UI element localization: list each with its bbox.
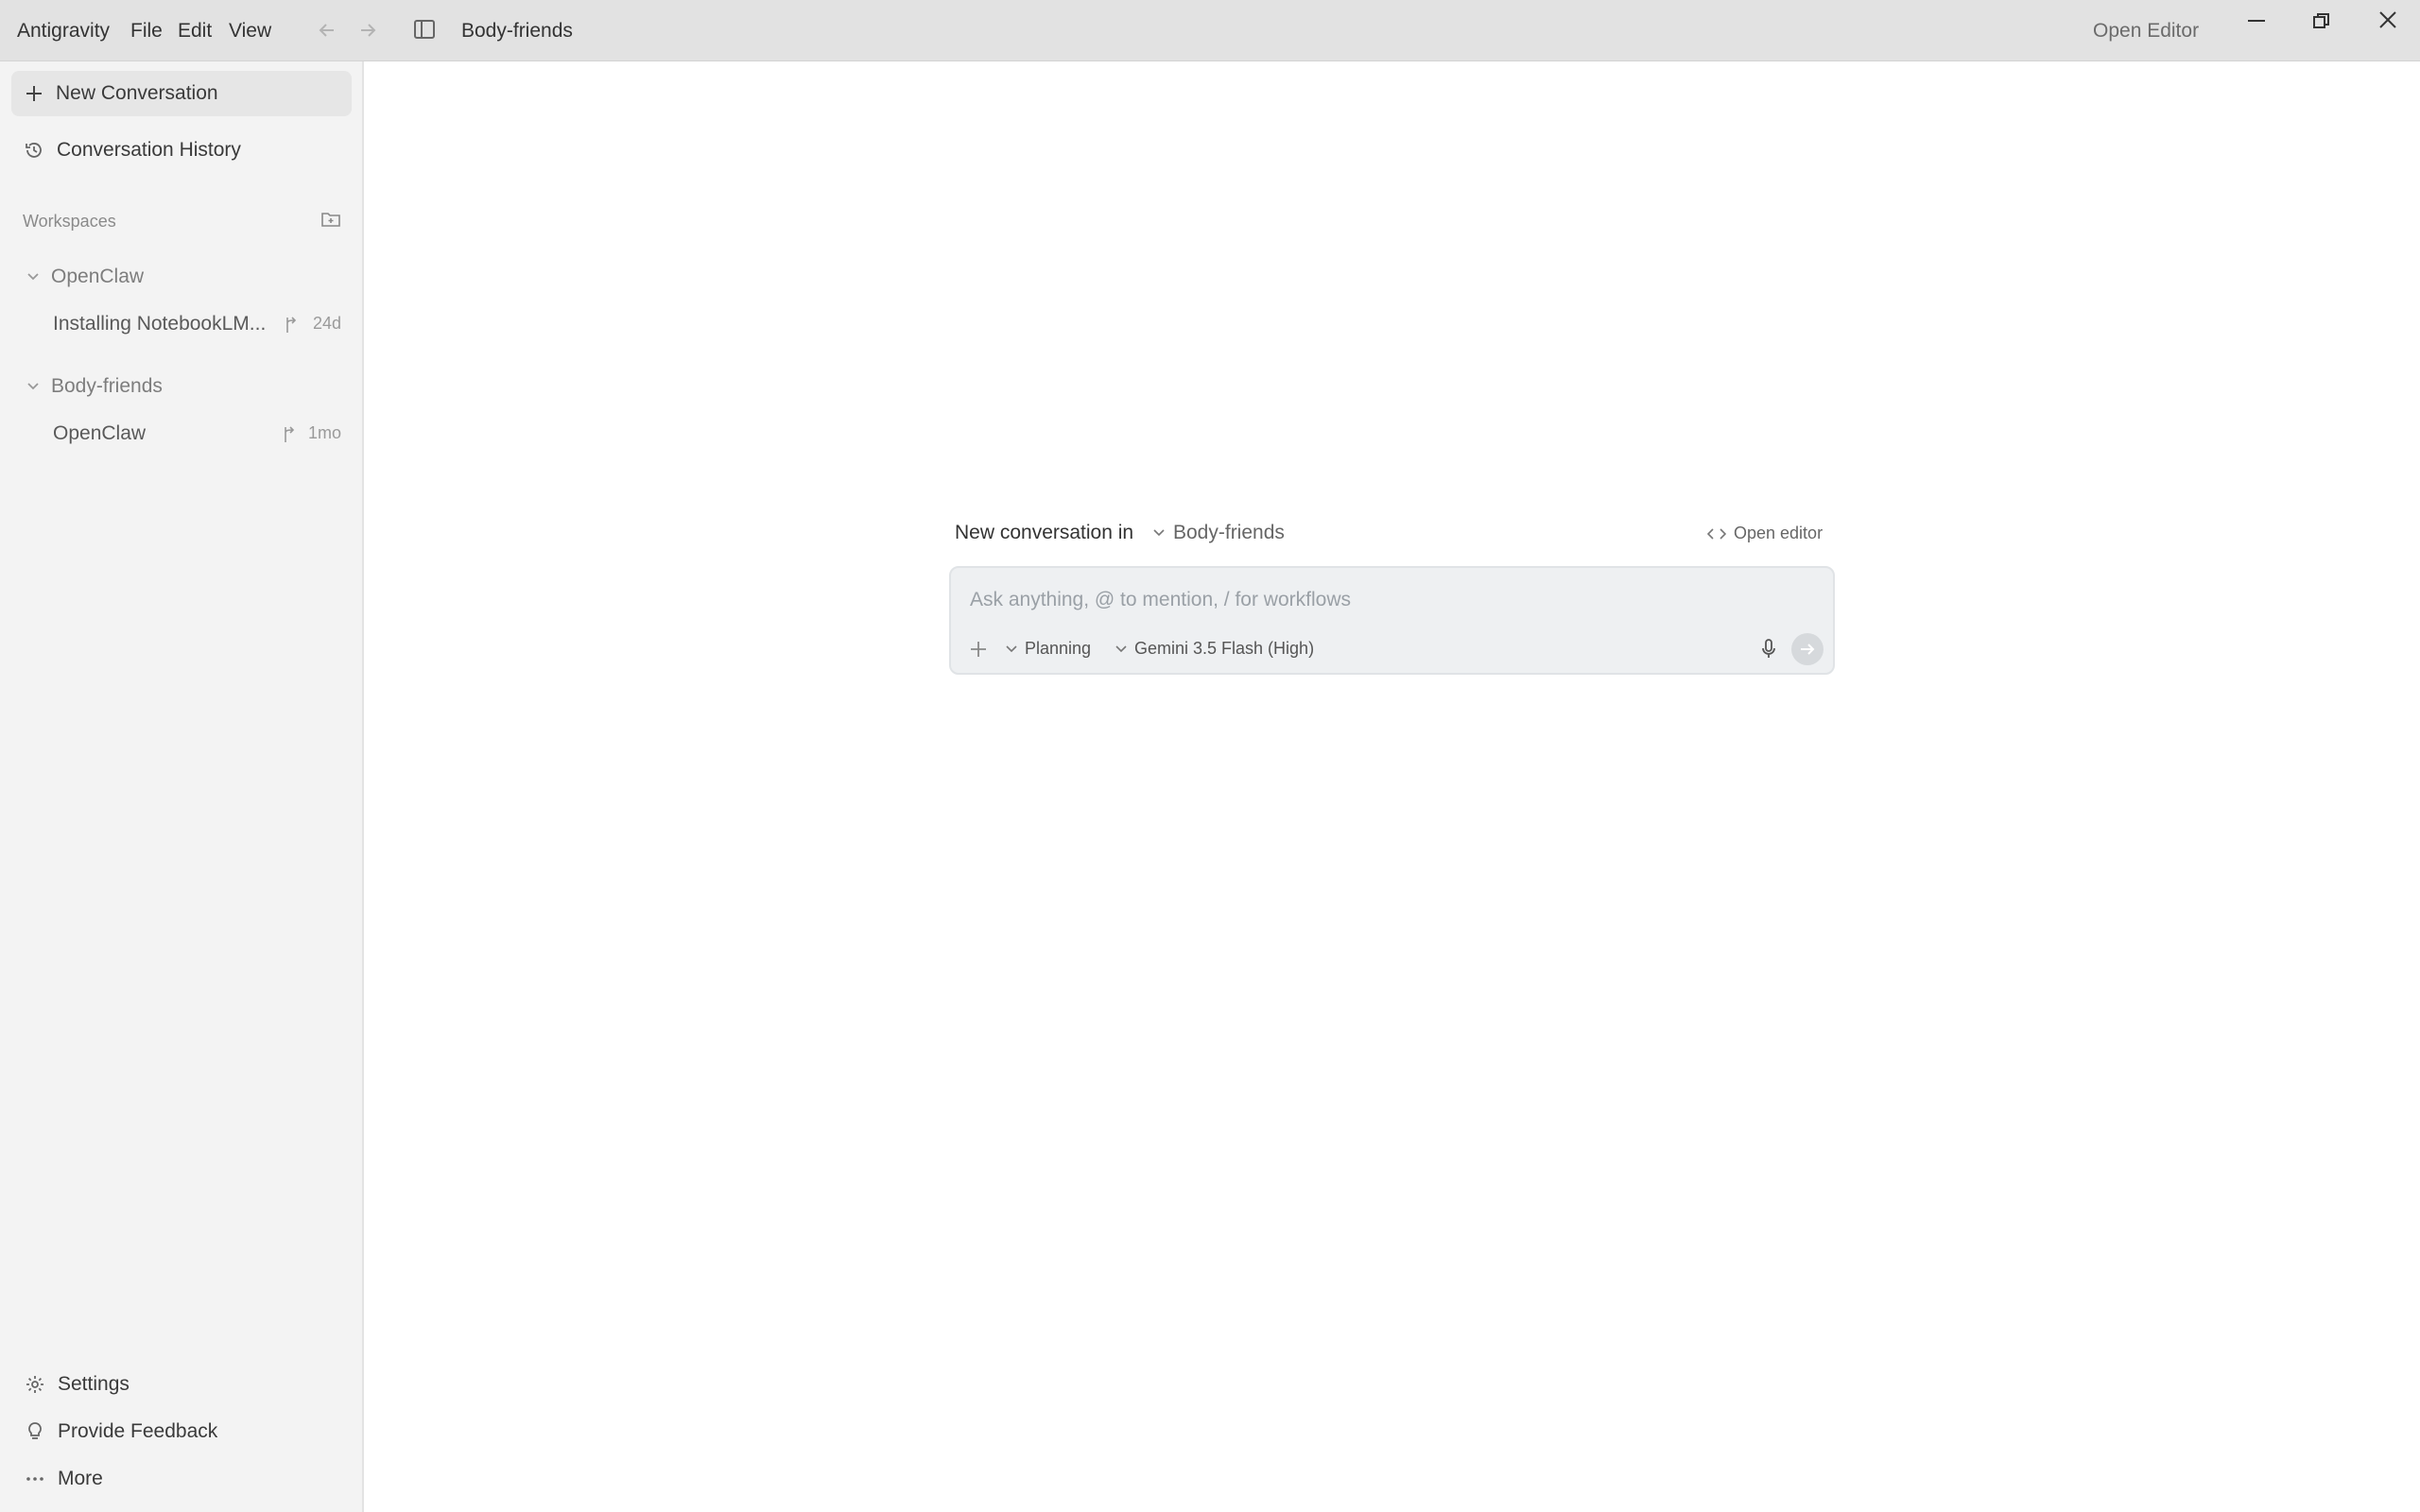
open-editor-button[interactable]: Open Editor xyxy=(2093,19,2199,43)
close-icon[interactable] xyxy=(2378,10,2397,29)
chevron-down-icon xyxy=(1006,644,1017,653)
conversation-age: 24d xyxy=(312,314,341,333)
history-icon xyxy=(25,141,43,160)
menu-edit[interactable]: Edit xyxy=(178,19,212,43)
open-editor-label: Open editor xyxy=(1734,524,1824,542)
arrow-right-icon xyxy=(1799,642,1816,657)
mode-label: Planning xyxy=(1025,639,1092,658)
back-arrow-icon[interactable] xyxy=(317,20,337,41)
model-label: Gemini 3.5 Flash (High) xyxy=(1134,639,1315,658)
workspace-openclaw[interactable]: OpenClaw xyxy=(26,264,144,290)
plus-icon xyxy=(26,85,43,102)
workspace-body-friends[interactable]: Body-friends xyxy=(26,373,163,400)
microphone-icon[interactable] xyxy=(1761,638,1776,661)
title-bar: Antigravity File Edit View Body-friends … xyxy=(0,0,2420,61)
mode-selector[interactable]: Planning xyxy=(1006,639,1091,659)
prompt-composer: Ask anything, @ to mention, / for workfl… xyxy=(949,566,1835,675)
lightbulb-icon xyxy=(26,1421,44,1442)
workspaces-header: Workspaces xyxy=(23,210,116,232)
app-menu[interactable]: Antigravity xyxy=(17,19,110,43)
conversation-item[interactable]: OpenClaw 1mo xyxy=(53,420,341,448)
sidebar: New Conversation Conversation History Wo… xyxy=(0,61,364,1512)
workspace-selector-label: Body-friends xyxy=(1173,522,1285,543)
branch-icon xyxy=(285,317,298,334)
chevron-down-icon xyxy=(26,272,40,282)
provide-feedback-label: Provide Feedback xyxy=(58,1420,218,1442)
menu-view[interactable]: View xyxy=(229,19,271,43)
menu-file[interactable]: File xyxy=(130,19,163,43)
chevron-down-icon xyxy=(1115,644,1127,653)
conversation-item[interactable]: Installing NotebookLM... 24d xyxy=(53,310,341,338)
send-button[interactable] xyxy=(1791,633,1824,665)
main-panel: New conversation in Body-friends Open ed… xyxy=(366,61,2420,1512)
branch-icon xyxy=(283,426,296,443)
workspace-selector[interactable]: Body-friends xyxy=(1153,522,1285,544)
workspaces-label: Workspaces xyxy=(23,211,116,231)
new-conversation-label: New Conversation xyxy=(56,82,218,104)
chevron-down-icon xyxy=(1153,529,1165,537)
add-context-icon[interactable] xyxy=(970,641,987,658)
workspace-name: Body-friends xyxy=(51,375,163,397)
toggle-sidebar-icon[interactable] xyxy=(413,19,436,40)
conversation-history-label: Conversation History xyxy=(57,139,241,161)
model-selector[interactable]: Gemini 3.5 Flash (High) xyxy=(1115,639,1314,659)
forward-arrow-icon[interactable] xyxy=(357,20,378,41)
new-conversation-button[interactable]: New Conversation xyxy=(11,71,352,116)
more-button[interactable]: More xyxy=(26,1465,103,1493)
conversation-history-button[interactable]: Conversation History xyxy=(25,136,241,164)
minimize-icon[interactable] xyxy=(2248,19,2265,23)
restore-icon[interactable] xyxy=(2312,11,2331,30)
conversation-age: 1mo xyxy=(307,423,341,442)
workspace-name: OpenClaw xyxy=(51,266,145,287)
conversation-title: OpenClaw xyxy=(53,422,147,444)
provide-feedback-button[interactable]: Provide Feedback xyxy=(26,1418,217,1446)
code-icon xyxy=(1707,527,1726,541)
chevron-down-icon xyxy=(26,382,40,391)
more-horizontal-icon xyxy=(26,1476,44,1482)
prompt-input[interactable]: Ask anything, @ to mention, / for workfl… xyxy=(970,589,1351,611)
more-label: More xyxy=(58,1468,103,1489)
gear-icon xyxy=(26,1375,44,1394)
window-title: Body-friends xyxy=(461,20,573,42)
new-conversation-in-label: New conversation in xyxy=(955,522,1134,543)
settings-label: Settings xyxy=(58,1373,130,1395)
settings-button[interactable]: Settings xyxy=(26,1370,130,1399)
open-editor-link[interactable]: Open editor xyxy=(1707,524,1823,543)
conversation-title: Installing NotebookLM... xyxy=(53,313,267,335)
add-folder-icon[interactable] xyxy=(321,211,340,228)
